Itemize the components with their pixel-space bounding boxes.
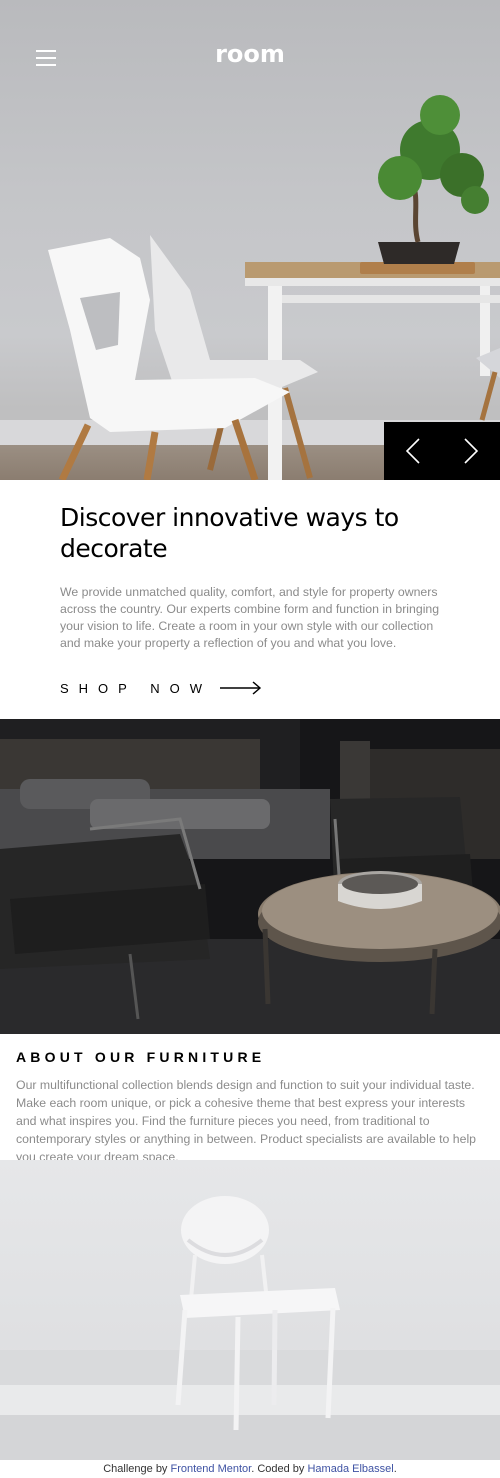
chevron-left-icon[interactable] bbox=[384, 422, 442, 480]
chevron-right-icon[interactable] bbox=[442, 422, 500, 480]
slider-controls bbox=[384, 422, 500, 480]
footer-prefix: Challenge by bbox=[103, 1463, 171, 1475]
shop-now-label: SHOP NOW bbox=[60, 680, 212, 696]
dark-furniture-image bbox=[0, 719, 500, 1034]
discover-title: Discover innovative ways to decorate bbox=[60, 503, 399, 563]
discover-description: We provide unmatched quality, comfort, a… bbox=[60, 585, 440, 650]
shop-now-button[interactable]: SHOP NOW bbox=[60, 678, 262, 698]
footer-suffix: . bbox=[393, 1463, 397, 1475]
arrow-right-icon bbox=[220, 681, 262, 695]
frontend-mentor-link[interactable]: Frontend Mentor bbox=[171, 1463, 252, 1475]
discover-section: Discover innovative ways to decorate We … bbox=[0, 480, 500, 719]
about-section: ABOUT OUR FURNITURE Our multifunctional … bbox=[0, 1034, 500, 1164]
footer-middle: . Coded by bbox=[251, 1463, 308, 1475]
hero-image: room bbox=[0, 0, 500, 480]
site-logo[interactable]: room bbox=[0, 40, 500, 68]
attribution-footer: Challenge by Frontend Mentor. Coded by H… bbox=[0, 1460, 500, 1478]
light-chair-image bbox=[0, 1160, 500, 1460]
author-link[interactable]: Hamada Elbassel bbox=[307, 1463, 393, 1475]
about-description: Our multifunctional collection blends de… bbox=[16, 1078, 477, 1164]
about-title: ABOUT OUR FURNITURE bbox=[16, 1049, 266, 1065]
hero-furniture-illustration bbox=[48, 95, 500, 480]
